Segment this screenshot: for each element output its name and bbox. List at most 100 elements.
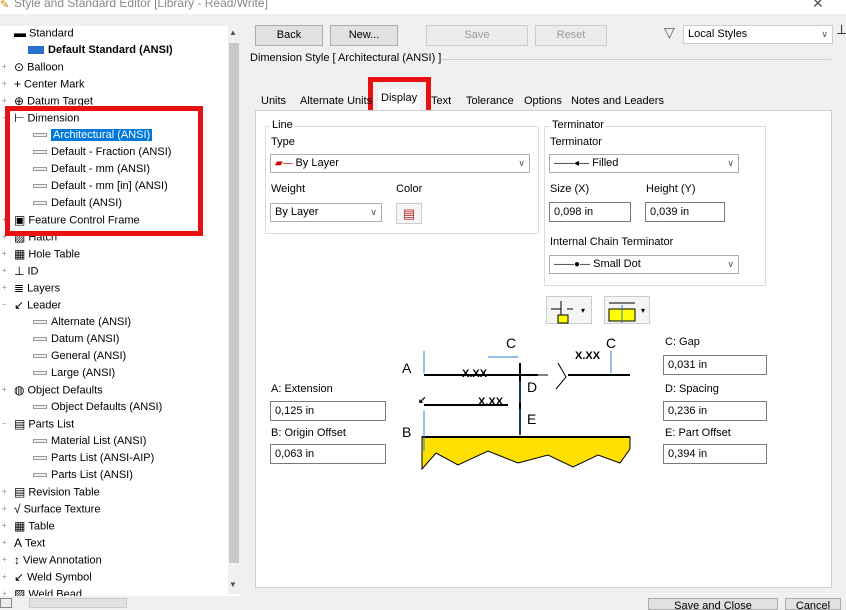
size-x-field[interactable]: 0,098 in	[549, 202, 631, 222]
title-bar: ✎ Style and Standard Editor [Library - R…	[0, 0, 846, 14]
new-button[interactable]: New...	[330, 25, 398, 46]
tree-item-17[interactable]: Alternate (ANSI)	[33, 314, 131, 331]
diagram-label-c1: C	[506, 335, 517, 351]
back-button[interactable]: Back	[255, 25, 323, 46]
expand-toggle-icon[interactable]: +	[2, 573, 9, 581]
tab-units[interactable]: Units	[261, 92, 286, 110]
pin-icon[interactable]: ⊥	[836, 22, 846, 38]
tree-item-29[interactable]: ▦ Table	[14, 518, 55, 535]
save-button[interactable]: Save	[426, 25, 528, 46]
spacing-field[interactable]: 0,236 in	[663, 401, 767, 421]
expand-toggle-icon[interactable]: +	[2, 488, 9, 496]
layer-color-icon: ▰—	[275, 158, 296, 169]
line-type-label: Type	[271, 136, 295, 148]
extension-field[interactable]: 0,125 in	[270, 401, 386, 421]
tree-item-31[interactable]: ↕ View Annotation	[14, 552, 102, 569]
diagram-label-e: E	[527, 411, 537, 427]
view-annotation-icon: ↕	[14, 553, 20, 567]
scroll-down-icon[interactable]: ▼	[229, 580, 237, 589]
save-close-button[interactable]: Save and Close	[648, 598, 778, 610]
import-button[interactable]	[29, 598, 127, 608]
expand-toggle-icon[interactable]: +	[2, 97, 9, 105]
tree-item-21[interactable]: ◍ Object Defaults	[14, 382, 103, 399]
expand-toggle-icon[interactable]: +	[2, 505, 9, 513]
line-style-icon	[33, 439, 47, 444]
expand-toggle-icon[interactable]: −	[2, 301, 9, 309]
tree-item-20[interactable]: Large (ANSI)	[33, 365, 115, 382]
tab-options[interactable]: Options	[524, 92, 562, 110]
line-style-icon	[33, 354, 47, 359]
tree-item-28[interactable]: √ Surface Texture	[14, 501, 100, 518]
scroll-up-icon[interactable]: ▲	[229, 28, 237, 37]
expand-toggle-icon[interactable]: +	[2, 63, 9, 71]
expand-toggle-icon[interactable]: +	[2, 539, 9, 547]
expand-toggle-icon[interactable]: +	[2, 284, 9, 292]
close-icon[interactable]: ✕	[812, 0, 824, 12]
line-type-value: By Layer	[295, 157, 339, 169]
terminator-dropdown[interactable]: ——◂— Filled ∨	[549, 154, 739, 173]
tree-item-26[interactable]: Parts List (ANSI)	[33, 467, 133, 484]
tree-item-15[interactable]: ≣ Layers	[14, 280, 60, 297]
extension-line-display-button[interactable]: ▾	[546, 296, 592, 324]
tree-item-16[interactable]: ↙ Leader	[14, 297, 61, 314]
tree-item-25[interactable]: Parts List (ANSI-AIP)	[33, 450, 154, 467]
tree-item-23[interactable]: ▤ Parts List	[14, 416, 74, 433]
hole-table-icon: ▦	[14, 247, 26, 261]
expand-toggle-icon[interactable]: +	[2, 590, 9, 597]
tab-display[interactable]: Display	[378, 89, 421, 110]
tree-item-22[interactable]: Object Defaults (ANSI)	[33, 399, 162, 416]
expand-toggle-icon[interactable]: +	[2, 267, 9, 275]
line-type-dropdown[interactable]: ▰— By Layer ∨	[270, 154, 530, 173]
tree-item-19[interactable]: General (ANSI)	[33, 348, 126, 365]
diagram-label-b: B	[402, 424, 412, 440]
tree-scrollbar-thumb[interactable]	[229, 43, 239, 563]
reset-button[interactable]: Reset	[535, 25, 607, 46]
help-icon[interactable]	[0, 598, 12, 608]
part-offset-label: E: Part Offset	[665, 427, 731, 439]
tree-item-24[interactable]: Material List (ANSI)	[33, 433, 146, 450]
tree-item-14[interactable]: ⊥ ID	[14, 263, 38, 280]
tree-item-32[interactable]: ↙ Weld Symbol	[14, 569, 92, 586]
tree-item-0[interactable]: ▬ Standard	[14, 26, 74, 42]
tree-item-label: Text	[25, 537, 46, 550]
tree-item-1[interactable]: Default Standard (ANSI)	[28, 42, 173, 59]
chevron-down-icon: ∨	[518, 158, 525, 168]
dimension-line-display-button[interactable]: ▾	[604, 296, 650, 324]
tree-item-label: Datum (ANSI)	[51, 333, 120, 345]
gap-field[interactable]: 0,031 in	[663, 355, 767, 375]
chevron-down-icon: ∨	[727, 158, 734, 168]
tree-item-label: Weld Symbol	[27, 571, 92, 584]
size-x-label: Size (X)	[550, 183, 590, 195]
tree-item-label: General (ANSI)	[51, 350, 127, 362]
height-y-field[interactable]: 0,039 in	[645, 202, 725, 222]
weight-dropdown[interactable]: By Layer ∨	[270, 203, 382, 222]
expand-toggle-icon[interactable]: +	[2, 556, 9, 564]
tree-item-27[interactable]: ▤ Revision Table	[14, 484, 100, 501]
tree-item-3[interactable]: + Center Mark	[14, 76, 85, 93]
cancel-button[interactable]: Cancel	[785, 598, 841, 610]
color-layers-button[interactable]: ▤	[396, 203, 422, 224]
tree-item-2[interactable]: ⊙ Balloon	[14, 59, 64, 76]
expand-toggle-icon[interactable]: +	[2, 80, 9, 88]
tree-item-13[interactable]: ▦ Hole Table	[14, 246, 80, 263]
diagram-value-3: X.XX	[478, 396, 504, 408]
tab-text[interactable]: Text	[431, 92, 451, 110]
expand-toggle-icon[interactable]: +	[2, 386, 9, 394]
tree-item-18[interactable]: Datum (ANSI)	[33, 331, 119, 348]
tree-item-30[interactable]: A Text	[14, 535, 45, 552]
window-title: Style and Standard Editor [Library - Rea…	[14, 0, 268, 10]
expand-toggle-icon[interactable]: +	[2, 250, 9, 258]
center-mark-icon: +	[14, 77, 22, 91]
tab-alternate-units[interactable]: Alternate Units	[300, 92, 372, 110]
extension-label: A: Extension	[271, 383, 333, 395]
leader-icon: ↙	[14, 298, 25, 312]
expand-toggle-icon[interactable]: −	[2, 420, 9, 428]
tab-tolerance[interactable]: Tolerance	[466, 92, 514, 110]
origin-offset-field[interactable]: 0,063 in	[270, 444, 386, 464]
tab-notes-leaders[interactable]: Notes and Leaders	[571, 92, 664, 110]
internal-chain-dropdown[interactable]: ——●— Small Dot ∨	[549, 255, 739, 274]
style-filter-dropdown[interactable]: Local Styles ∨	[683, 25, 833, 44]
tree-item-33[interactable]: ▨ Weld Bead	[14, 586, 82, 596]
expand-toggle-icon[interactable]: +	[2, 522, 9, 530]
part-offset-field[interactable]: 0,394 in	[663, 444, 767, 464]
